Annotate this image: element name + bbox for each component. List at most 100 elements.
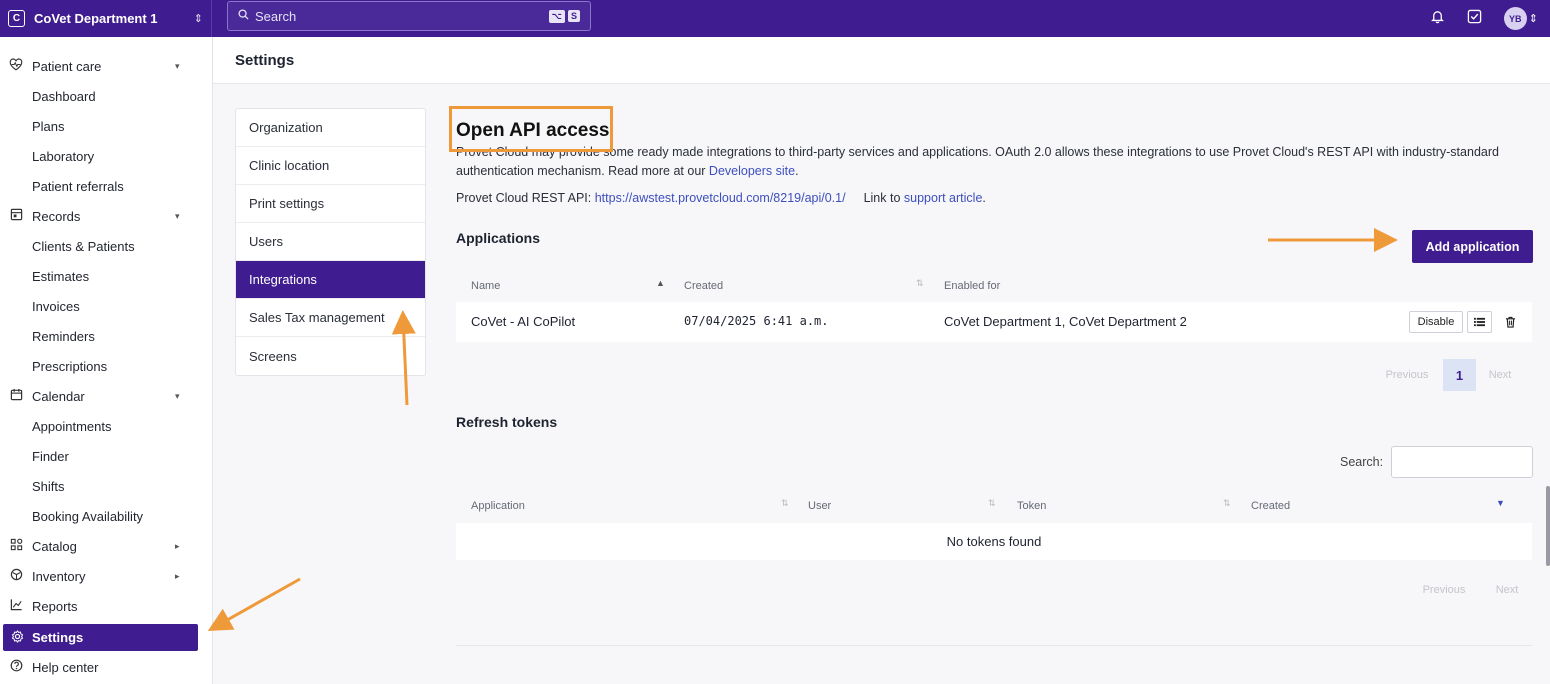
settings-nav-sales-tax[interactable]: Sales Tax management xyxy=(236,299,425,337)
department-switcher[interactable]: C CoVet Department 1 ⇕ xyxy=(0,0,212,37)
sidebar-item-laboratory[interactable]: Laboratory xyxy=(0,144,213,168)
sidebar-item-label: Clients & Patients xyxy=(32,238,135,254)
pagination-page-1[interactable]: 1 xyxy=(1443,359,1476,391)
sort-asc-icon[interactable]: ▲ xyxy=(656,278,665,288)
settings-nav: Organization Clinic location Print setti… xyxy=(235,108,426,376)
sidebar-item-records[interactable]: Records ▾ xyxy=(0,204,213,228)
sidebar-item-shifts[interactable]: Shifts xyxy=(0,474,213,498)
sidebar-item-label: Plans xyxy=(32,118,65,134)
applications-title: Applications xyxy=(456,230,541,246)
sidebar-item-dashboard[interactable]: Dashboard xyxy=(0,84,213,108)
settings-nav-organization[interactable]: Organization xyxy=(236,109,425,147)
sidebar-item-reports[interactable]: Reports xyxy=(0,594,213,618)
chevron-right-icon: ▸ xyxy=(175,570,180,581)
sidebar-item-reminders[interactable]: Reminders xyxy=(0,324,213,348)
settings-nav-clinic-location[interactable]: Clinic location xyxy=(236,147,425,185)
disable-button[interactable]: Disable xyxy=(1409,311,1463,333)
department-name: CoVet Department 1 xyxy=(34,11,158,26)
pagination-previous[interactable]: Previous xyxy=(1404,574,1484,606)
sidebar-item-catalog[interactable]: Catalog ▸ xyxy=(0,534,213,558)
tokens-table-header: Application ⇅ User ⇅ Token ⇅ Created ▼ xyxy=(456,490,1532,522)
settings-nav-print-settings[interactable]: Print settings xyxy=(236,185,425,223)
settings-nav-users[interactable]: Users xyxy=(236,223,425,261)
sort-icon[interactable]: ⇅ xyxy=(988,498,996,509)
settings-nav-integrations[interactable]: Integrations xyxy=(236,261,425,299)
sidebar-item-patient-referrals[interactable]: Patient referrals xyxy=(0,174,213,198)
shortcut-key-option: ⌥ xyxy=(548,9,565,23)
list-icon[interactable] xyxy=(1467,311,1492,333)
integrations-panel: Open API access Provet Cloud may provide… xyxy=(446,100,1540,660)
app-created: 07/04/2025 6:41 a.m. xyxy=(684,314,829,328)
department-logo: C xyxy=(8,10,25,27)
sidebar-item-label: Prescriptions xyxy=(32,358,108,374)
sort-icon[interactable]: ⇅ xyxy=(781,498,789,509)
help-icon xyxy=(0,659,32,675)
sidebar-item-plans[interactable]: Plans xyxy=(0,114,213,138)
column-user[interactable]: User xyxy=(808,500,831,512)
app-enabled-for: CoVet Department 1, CoVet Department 2 xyxy=(944,314,1187,329)
heart-pulse-icon xyxy=(0,58,32,74)
tokens-search-input[interactable] xyxy=(1391,446,1533,478)
checkbox-icon[interactable] xyxy=(1467,9,1482,28)
sidebar-item-invoices[interactable]: Invoices xyxy=(0,294,213,318)
arrow-to-settings xyxy=(207,577,301,631)
records-icon xyxy=(0,208,32,224)
tokens-pagination: Previous Next xyxy=(1404,574,1530,606)
annotation-highlight-box xyxy=(449,106,613,152)
column-created[interactable]: Created xyxy=(684,280,723,292)
rest-api-line: Provet Cloud REST API: https://awstest.p… xyxy=(456,191,986,205)
column-created[interactable]: Created xyxy=(1251,500,1290,512)
column-application[interactable]: Application xyxy=(471,500,525,512)
tokens-empty-state: No tokens found xyxy=(456,523,1532,560)
sidebar-item-label: Records xyxy=(32,208,81,224)
add-application-button[interactable]: Add application xyxy=(1412,230,1533,263)
inventory-icon xyxy=(0,568,32,584)
refresh-tokens-title: Refresh tokens xyxy=(456,414,558,430)
catalog-icon xyxy=(0,538,32,554)
trash-icon[interactable] xyxy=(1496,311,1525,333)
pagination-next[interactable]: Next xyxy=(1476,359,1524,391)
sidebar-item-label: Laboratory xyxy=(32,148,95,164)
user-menu[interactable]: YB ⇕ xyxy=(1503,7,1538,30)
sidebar-item-finder[interactable]: Finder xyxy=(0,444,213,468)
sort-desc-icon[interactable]: ▼ xyxy=(1496,498,1505,508)
sidebar-item-estimates[interactable]: Estimates xyxy=(0,264,213,288)
developers-site-link[interactable]: Developers site xyxy=(709,164,795,178)
top-bar: C CoVet Department 1 ⇕ Search ⌥ S YB ⇕ xyxy=(0,0,1550,37)
shortcut-key-s: S xyxy=(567,10,580,22)
sidebar-item-label: Reports xyxy=(32,598,78,614)
sidebar-item-calendar[interactable]: Calendar ▾ xyxy=(0,384,213,408)
column-name[interactable]: Name xyxy=(471,280,500,292)
bell-icon[interactable] xyxy=(1430,9,1445,28)
column-token[interactable]: Token xyxy=(1017,500,1046,512)
sort-icon[interactable]: ⇅ xyxy=(1223,498,1231,509)
rest-api-label: Provet Cloud REST API: xyxy=(456,191,595,205)
global-search[interactable]: Search ⌥ S xyxy=(227,1,591,31)
sidebar-item-label: Invoices xyxy=(32,298,80,314)
sidebar: Patient care ▾ Dashboard Plans Laborator… xyxy=(0,37,213,684)
sidebar-item-clients-patients[interactable]: Clients & Patients xyxy=(0,234,213,258)
settings-nav-screens[interactable]: Screens xyxy=(236,337,425,375)
sidebar-item-label: Help center xyxy=(32,659,99,675)
sidebar-item-appointments[interactable]: Appointments xyxy=(0,414,213,438)
sidebar-item-label: Dashboard xyxy=(32,88,96,104)
sidebar-item-booking-availability[interactable]: Booking Availability xyxy=(0,504,213,528)
sidebar-item-inventory[interactable]: Inventory ▸ xyxy=(0,564,213,588)
sidebar-item-label: Shifts xyxy=(32,478,65,494)
column-enabled-for[interactable]: Enabled for xyxy=(944,280,1000,292)
applications-table-header: Name ▲ Created ⇅ Enabled for xyxy=(456,270,1532,302)
pagination-next[interactable]: Next xyxy=(1484,574,1530,606)
scrollbar[interactable] xyxy=(1546,486,1550,566)
rest-api-url-link[interactable]: https://awstest.provetcloud.com/8219/api… xyxy=(595,191,846,205)
pagination-previous[interactable]: Previous xyxy=(1371,359,1443,391)
support-article-link[interactable]: support article xyxy=(904,191,983,205)
sort-icon[interactable]: ⇅ xyxy=(916,278,924,289)
sidebar-item-settings[interactable]: Settings xyxy=(3,624,198,651)
calendar-icon xyxy=(0,388,32,404)
sidebar-item-prescriptions[interactable]: Prescriptions xyxy=(0,354,213,378)
sidebar-item-label: Booking Availability xyxy=(32,508,144,524)
page-title: Settings xyxy=(213,37,1550,84)
sidebar-item-help-center[interactable]: Help center xyxy=(0,655,213,679)
sidebar-item-label: Patient care xyxy=(32,58,102,74)
sidebar-item-patient-care[interactable]: Patient care ▾ xyxy=(0,54,213,78)
